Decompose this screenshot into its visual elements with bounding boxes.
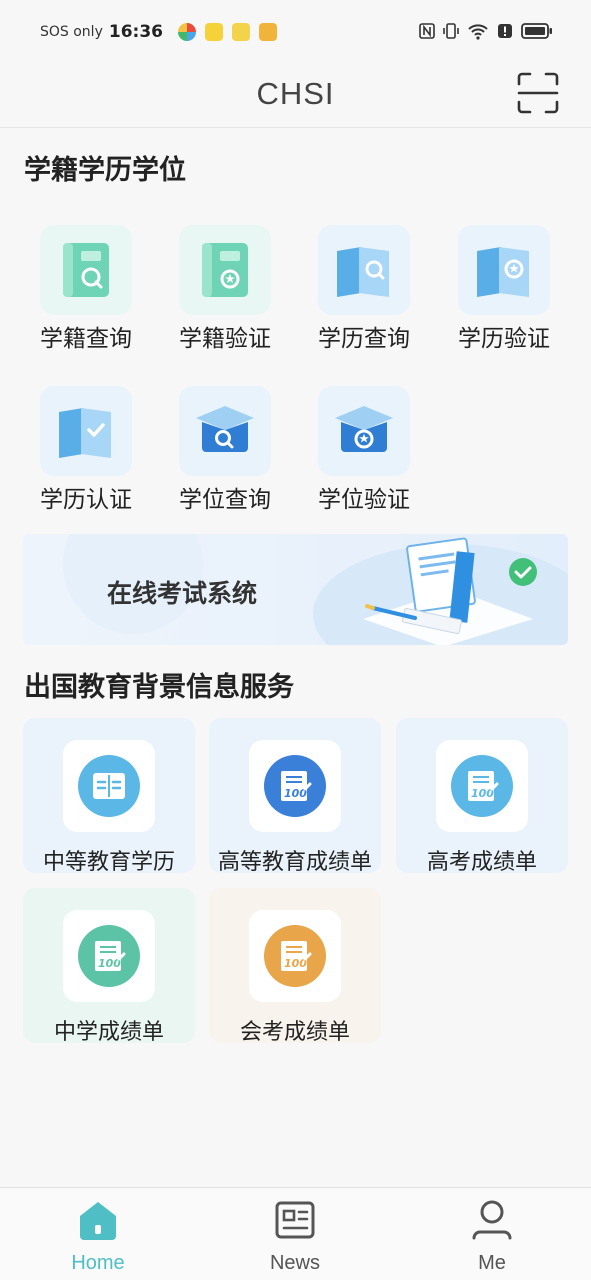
grid-item-label: 学历查询 (318, 326, 410, 352)
grid-item-education-search[interactable]: 学历查询 (299, 225, 429, 365)
card-label: 高考成绩单 (426, 850, 537, 875)
nav-label: Home (71, 1252, 125, 1274)
grid-item-student-record-search[interactable]: 学籍查询 (21, 225, 151, 365)
online-exam-banner[interactable]: 在线考试系统 (23, 534, 568, 645)
card-secondary-education[interactable]: 中等教育学历 (23, 718, 195, 875)
grid-item-degree-verify[interactable]: 学位验证 (299, 386, 429, 526)
card-label: 高等教育成绩单 (217, 850, 372, 875)
battery-icon (521, 23, 552, 39)
student-record-verify-icon (179, 225, 271, 315)
user-icon (472, 1200, 512, 1240)
nav-label: News (269, 1252, 320, 1274)
degree-verify-icon (318, 386, 410, 476)
grid-item-label: 学位验证 (318, 487, 410, 513)
bottom-navigation: Home News Me (0, 1187, 591, 1280)
section-title-education: 学籍学历学位 (24, 155, 186, 186)
card-label: 会考成绩单 (239, 1020, 350, 1045)
grid-item-label: 学历验证 (458, 326, 550, 352)
education-search-icon (318, 225, 410, 315)
app-notification-icon (231, 23, 250, 41)
grid-item-degree-search[interactable]: 学位查询 (160, 386, 290, 526)
app-notification-icon (177, 23, 196, 41)
app-notification-icon (258, 23, 277, 41)
nav-tab-news[interactable]: News (235, 1198, 355, 1275)
degree-search-icon (179, 386, 271, 476)
card-label: 中学成绩单 (53, 1020, 164, 1045)
grid-item-education-verify[interactable]: 学历验证 (439, 225, 569, 365)
home-icon (80, 1202, 116, 1240)
grid-item-education-certify[interactable]: 学历认证 (21, 386, 151, 526)
nfc-icon (419, 23, 435, 39)
news-icon (275, 1201, 315, 1239)
card-middle-school-transcript[interactable]: 100 中学成绩单 (23, 888, 195, 1045)
grid-item-label: 学籍验证 (179, 326, 271, 352)
student-record-search-icon (40, 225, 132, 315)
card-label: 中等教育学历 (42, 850, 175, 875)
education-certify-icon (40, 386, 132, 476)
scan-icon[interactable] (517, 72, 559, 114)
section-title-overseas: 出国教育背景信息服务 (24, 672, 294, 703)
page-title: CHSI (256, 76, 335, 111)
education-verify-icon (458, 225, 550, 315)
carrier-text: SOS only (40, 24, 103, 40)
grid-item-student-record-verify[interactable]: 学籍验证 (160, 225, 290, 365)
grid-item-label: 学籍查询 (40, 326, 132, 352)
book-icon (78, 755, 140, 817)
app-notification-icon (204, 23, 223, 41)
grid-item-label: 学历认证 (40, 487, 132, 513)
transcript-icon: 100 (78, 925, 140, 987)
clock: 16:36 (108, 22, 163, 42)
app-header: CHSI (0, 64, 591, 128)
status-bar: SOS only 16:36 (0, 0, 591, 64)
card-huikao-transcript[interactable]: 100 会考成绩单 (209, 888, 381, 1045)
alert-icon (498, 24, 512, 38)
vibrate-icon (443, 23, 459, 39)
card-gaokao-transcript[interactable]: 100 高考成绩单 (396, 718, 568, 875)
card-higher-education-transcript[interactable]: 100 高等教育成绩单 (209, 718, 381, 875)
nav-tab-me[interactable]: Me (432, 1198, 552, 1275)
grid-item-label: 学位查询 (179, 487, 271, 513)
computer-illustration (363, 537, 537, 645)
wifi-icon (468, 24, 488, 40)
transcript-icon: 100 (264, 925, 326, 987)
nav-label: Me (478, 1252, 506, 1274)
transcript-icon: 100 (264, 755, 326, 817)
transcript-icon: 100 (451, 755, 513, 817)
nav-tab-home[interactable]: Home (38, 1198, 158, 1275)
banner-text: 在线考试系统 (107, 579, 258, 608)
